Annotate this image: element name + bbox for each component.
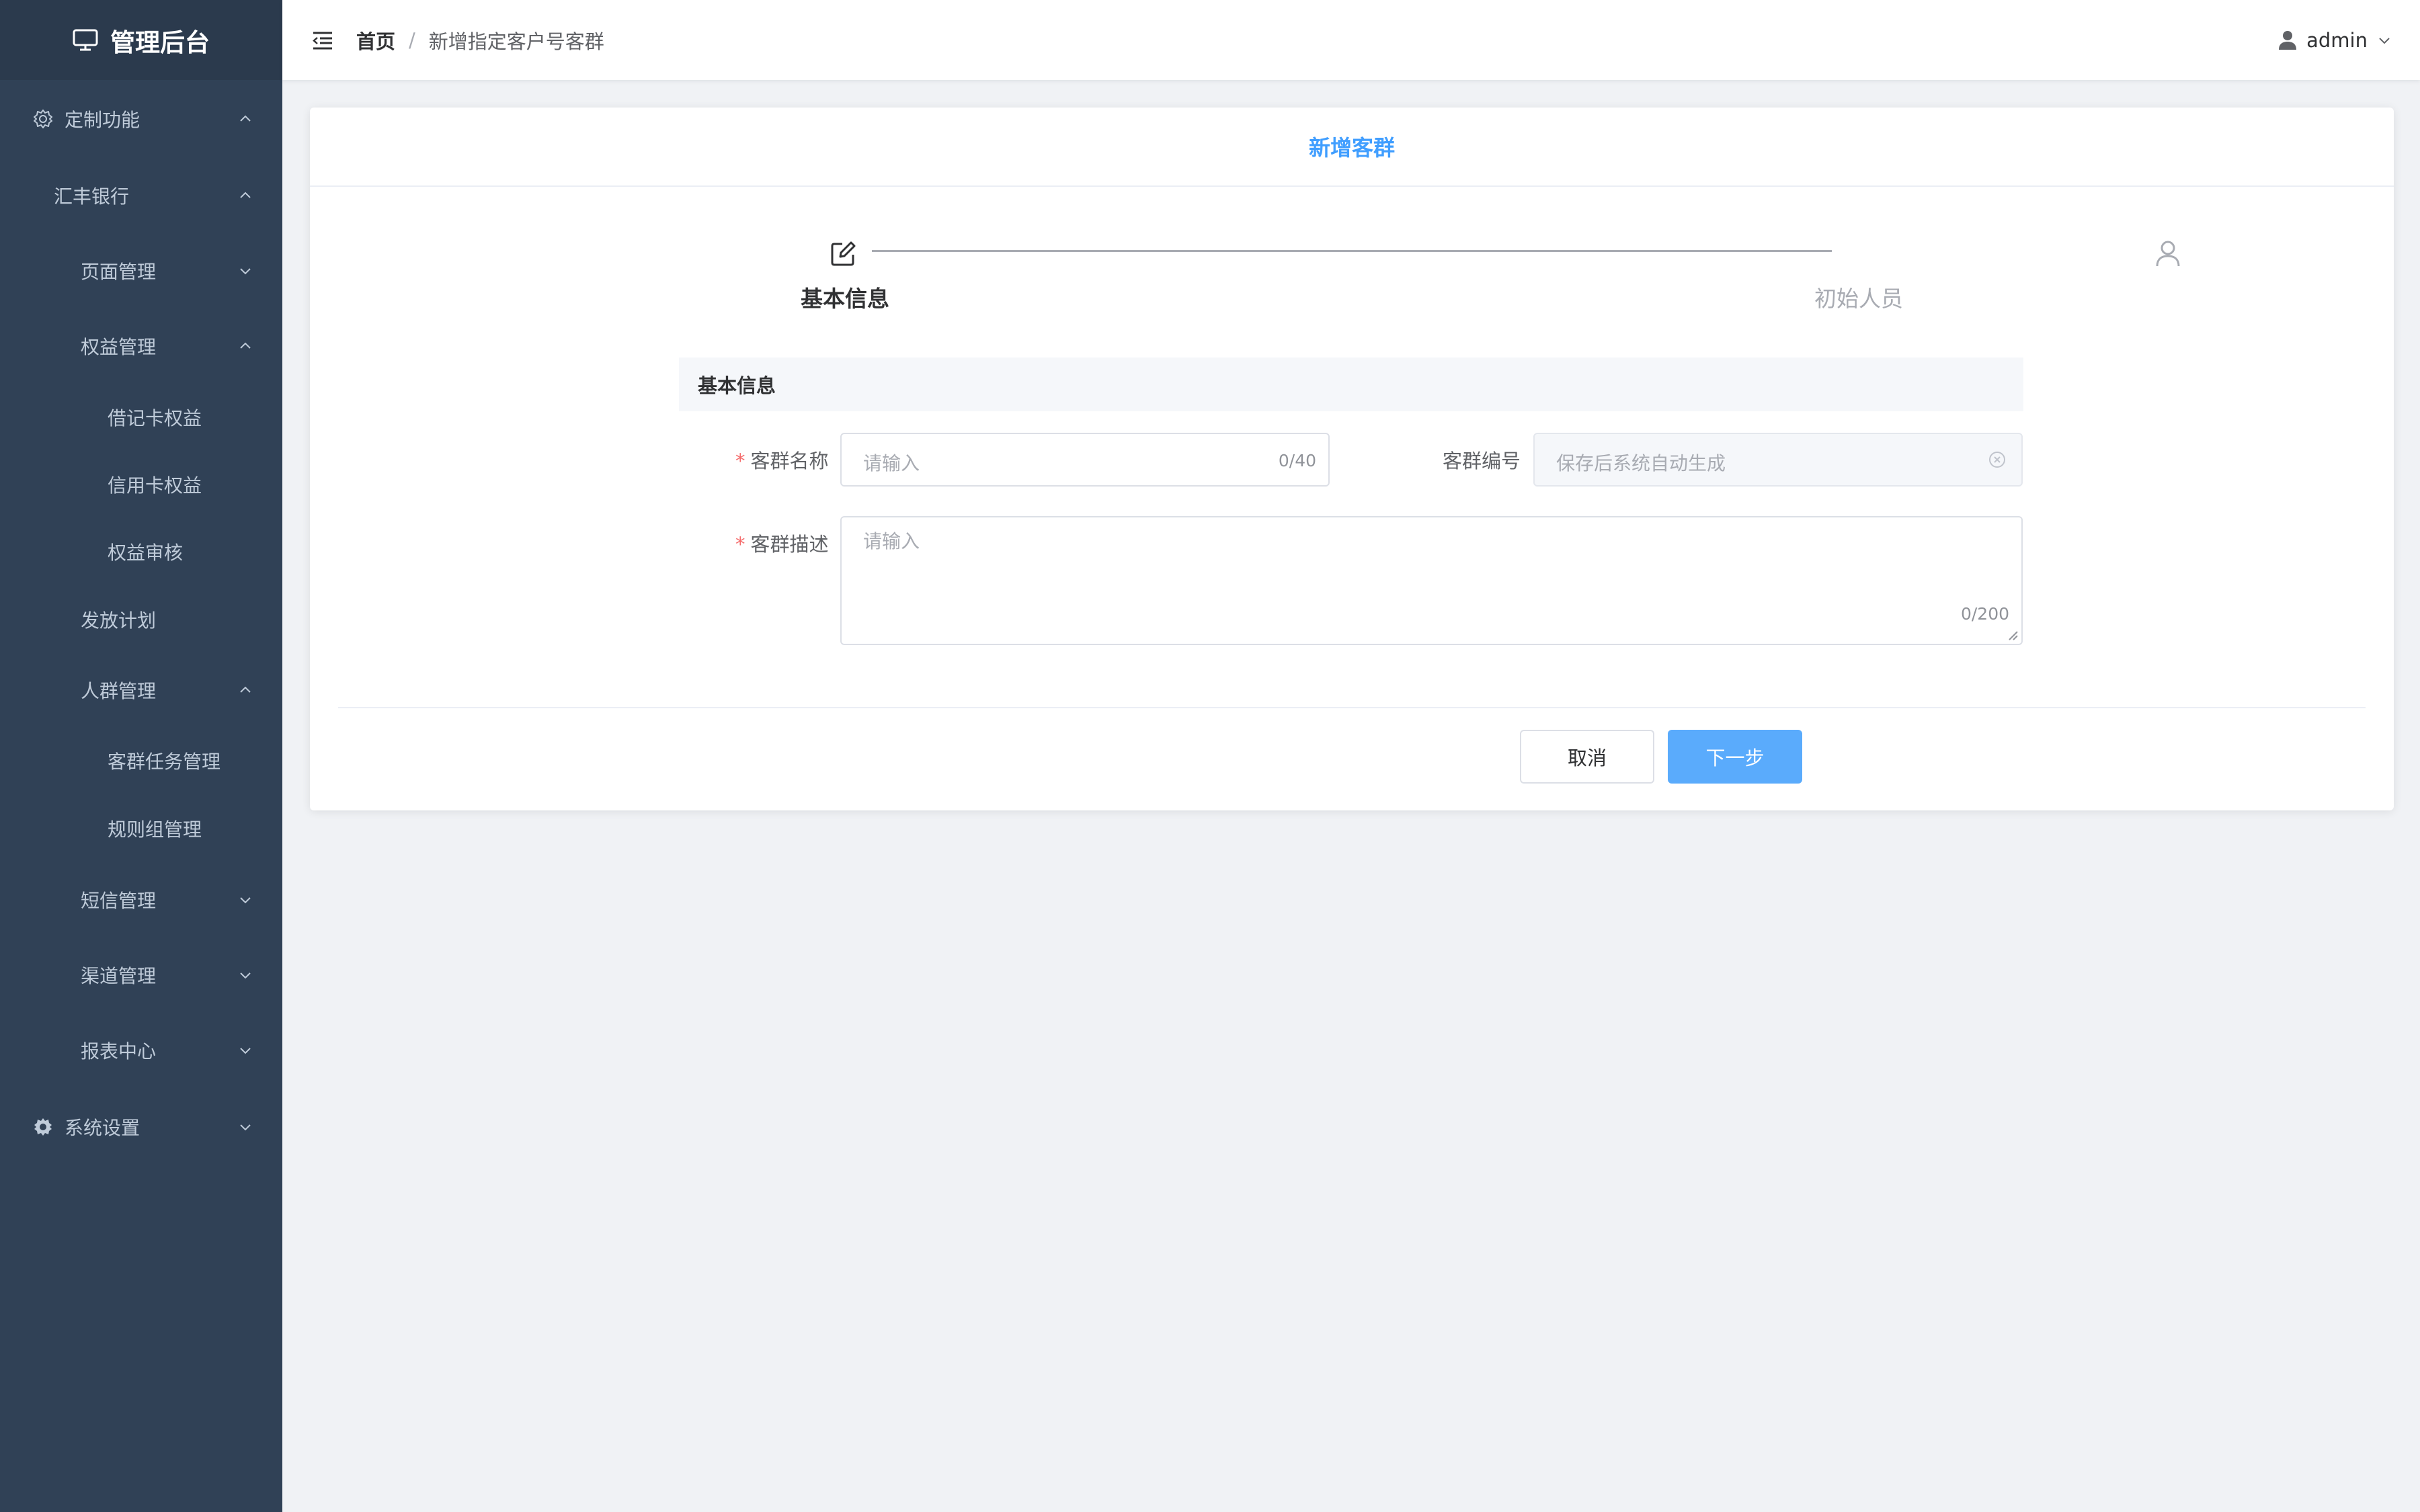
chevron-up-icon bbox=[240, 342, 251, 349]
segment-code-input[interactable]: 保存后系统自动生成 bbox=[1533, 433, 2023, 487]
sidebar-item-benefits-management[interactable]: 权益管理 bbox=[0, 308, 282, 384]
step-connector-line bbox=[872, 250, 1832, 252]
segment-name-label-text: 客群名称 bbox=[750, 450, 829, 472]
chevron-down-icon bbox=[240, 268, 251, 275]
sidebar-item-rule-group-management[interactable]: 规则组管理 bbox=[0, 795, 282, 862]
cancel-button[interactable]: 取消 bbox=[1520, 730, 1654, 784]
sidebar-item-label: 信用卡权益 bbox=[108, 474, 202, 497]
sidebar-item-channel-management[interactable]: 渠道管理 bbox=[0, 937, 282, 1013]
sidebar-item-label: 借记卡权益 bbox=[108, 407, 202, 429]
breadcrumb-current: 新增指定客户号客群 bbox=[428, 30, 604, 53]
username: admin bbox=[2306, 28, 2368, 52]
segment-description-textarea[interactable]: 请输入 0/200 bbox=[840, 516, 2023, 645]
sidebar-item-label: 规则组管理 bbox=[108, 818, 202, 841]
gear-icon bbox=[32, 1116, 54, 1138]
user-menu[interactable]: admin bbox=[2278, 0, 2392, 80]
sidebar-item-custom-features[interactable]: 定制功能 bbox=[0, 80, 282, 158]
sidebar-item-label: 页面管理 bbox=[81, 261, 157, 283]
sidebar-item-label: 短信管理 bbox=[81, 890, 157, 912]
chevron-down-icon bbox=[2377, 33, 2392, 48]
segment-name-placeholder: 请输入 bbox=[863, 452, 920, 474]
user-avatar-icon bbox=[2278, 30, 2297, 50]
sidebar-item-page-management[interactable]: 页面管理 bbox=[0, 233, 282, 308]
sidebar-item-hsbc[interactable]: 汇丰银行 bbox=[0, 158, 282, 233]
chevron-down-icon bbox=[240, 897, 251, 904]
top-navbar: 首页 / 新增指定客户号客群 admin bbox=[282, 0, 2420, 80]
sidebar: 管理后台 定制功能 汇丰银行 页面管理 权益管理 借记卡权益 信用卡权益 权益审… bbox=[0, 0, 282, 1512]
sidebar-menu: 定制功能 汇丰银行 页面管理 权益管理 借记卡权益 信用卡权益 权益审核 发放计… bbox=[0, 80, 282, 1166]
sidebar-item-label: 渠道管理 bbox=[81, 965, 157, 987]
next-step-button[interactable]: 下一步 bbox=[1668, 730, 1802, 784]
clear-icon[interactable] bbox=[1988, 450, 2007, 469]
chevron-down-icon bbox=[240, 1048, 251, 1054]
segment-description-counter: 0/200 bbox=[1960, 604, 2009, 624]
footer-divider bbox=[338, 707, 2366, 708]
sidebar-item-benefits-review[interactable]: 权益审核 bbox=[0, 518, 282, 585]
sidebar-item-system-settings[interactable]: 系统设置 bbox=[0, 1088, 282, 1166]
user-icon bbox=[2156, 241, 2180, 267]
segment-description-label-text: 客群描述 bbox=[750, 533, 829, 556]
required-mark: * bbox=[735, 450, 745, 472]
sidebar-item-segment-task-management[interactable]: 客群任务管理 bbox=[0, 726, 282, 795]
sidebar-item-label: 权益管理 bbox=[81, 336, 157, 358]
breadcrumb-separator: / bbox=[409, 28, 415, 52]
sidebar-item-label: 发放计划 bbox=[81, 610, 157, 632]
step-initial-members-label: 初始人员 bbox=[1814, 286, 1903, 312]
segment-code-label: 客群编号 bbox=[1443, 450, 1521, 472]
sidebar-item-sms-management[interactable]: 短信管理 bbox=[0, 862, 282, 937]
monitor-icon bbox=[73, 29, 98, 50]
segment-code-placeholder: 保存后系统自动生成 bbox=[1556, 452, 1726, 474]
card-title: 新增客群 bbox=[310, 108, 2394, 187]
breadcrumb-home[interactable]: 首页 bbox=[356, 26, 395, 54]
sidebar-item-label: 客群任务管理 bbox=[108, 751, 221, 773]
sidebar-item-credit-card-benefits[interactable]: 信用卡权益 bbox=[0, 451, 282, 518]
segment-name-label: * 客群名称 bbox=[735, 446, 829, 474]
app-title: 管理后台 bbox=[110, 28, 210, 57]
chevron-up-icon bbox=[240, 192, 251, 198]
segment-description-placeholder: 请输入 bbox=[863, 530, 920, 552]
chevron-down-icon bbox=[240, 1124, 251, 1131]
segment-name-counter: 0/40 bbox=[1278, 451, 1316, 470]
chevron-up-icon bbox=[240, 686, 251, 693]
sidebar-logo[interactable]: 管理后台 bbox=[0, 0, 282, 80]
sidebar-item-label: 权益审核 bbox=[108, 542, 184, 564]
sidebar-item-report-center[interactable]: 报表中心 bbox=[0, 1013, 282, 1088]
sidebar-item-crowd-management[interactable]: 人群管理 bbox=[0, 654, 282, 726]
resize-handle-icon[interactable] bbox=[2007, 629, 2019, 641]
sidebar-item-debit-card-benefits[interactable]: 借记卡权益 bbox=[0, 384, 282, 451]
edit-icon bbox=[831, 241, 856, 266]
cog-outline-icon bbox=[32, 108, 54, 130]
step-basic-info-label: 基本信息 bbox=[801, 286, 889, 312]
chevron-down-icon bbox=[240, 972, 251, 979]
sidebar-item-label: 汇丰银行 bbox=[54, 185, 130, 208]
sidebar-item-distribution-plan[interactable]: 发放计划 bbox=[0, 585, 282, 654]
sidebar-toggle-icon[interactable] bbox=[311, 28, 335, 52]
chevron-up-icon bbox=[240, 115, 251, 122]
sidebar-item-label: 系统设置 bbox=[65, 1117, 140, 1139]
breadcrumb: 首页 / 新增指定客户号客群 bbox=[356, 0, 604, 80]
sidebar-item-label: 人群管理 bbox=[81, 680, 157, 702]
section-title: 基本信息 bbox=[679, 358, 2023, 411]
form-card: 新增客群 基本信息 初始人员 基本信息 * 客群名称 请输入 0/40 客群编号 … bbox=[310, 108, 2394, 810]
sidebar-item-label: 报表中心 bbox=[81, 1040, 157, 1062]
segment-name-input[interactable]: 请输入 0/40 bbox=[840, 433, 1330, 487]
required-mark: * bbox=[735, 533, 745, 556]
sidebar-item-label: 定制功能 bbox=[65, 109, 140, 131]
segment-description-label: * 客群描述 bbox=[735, 529, 829, 557]
